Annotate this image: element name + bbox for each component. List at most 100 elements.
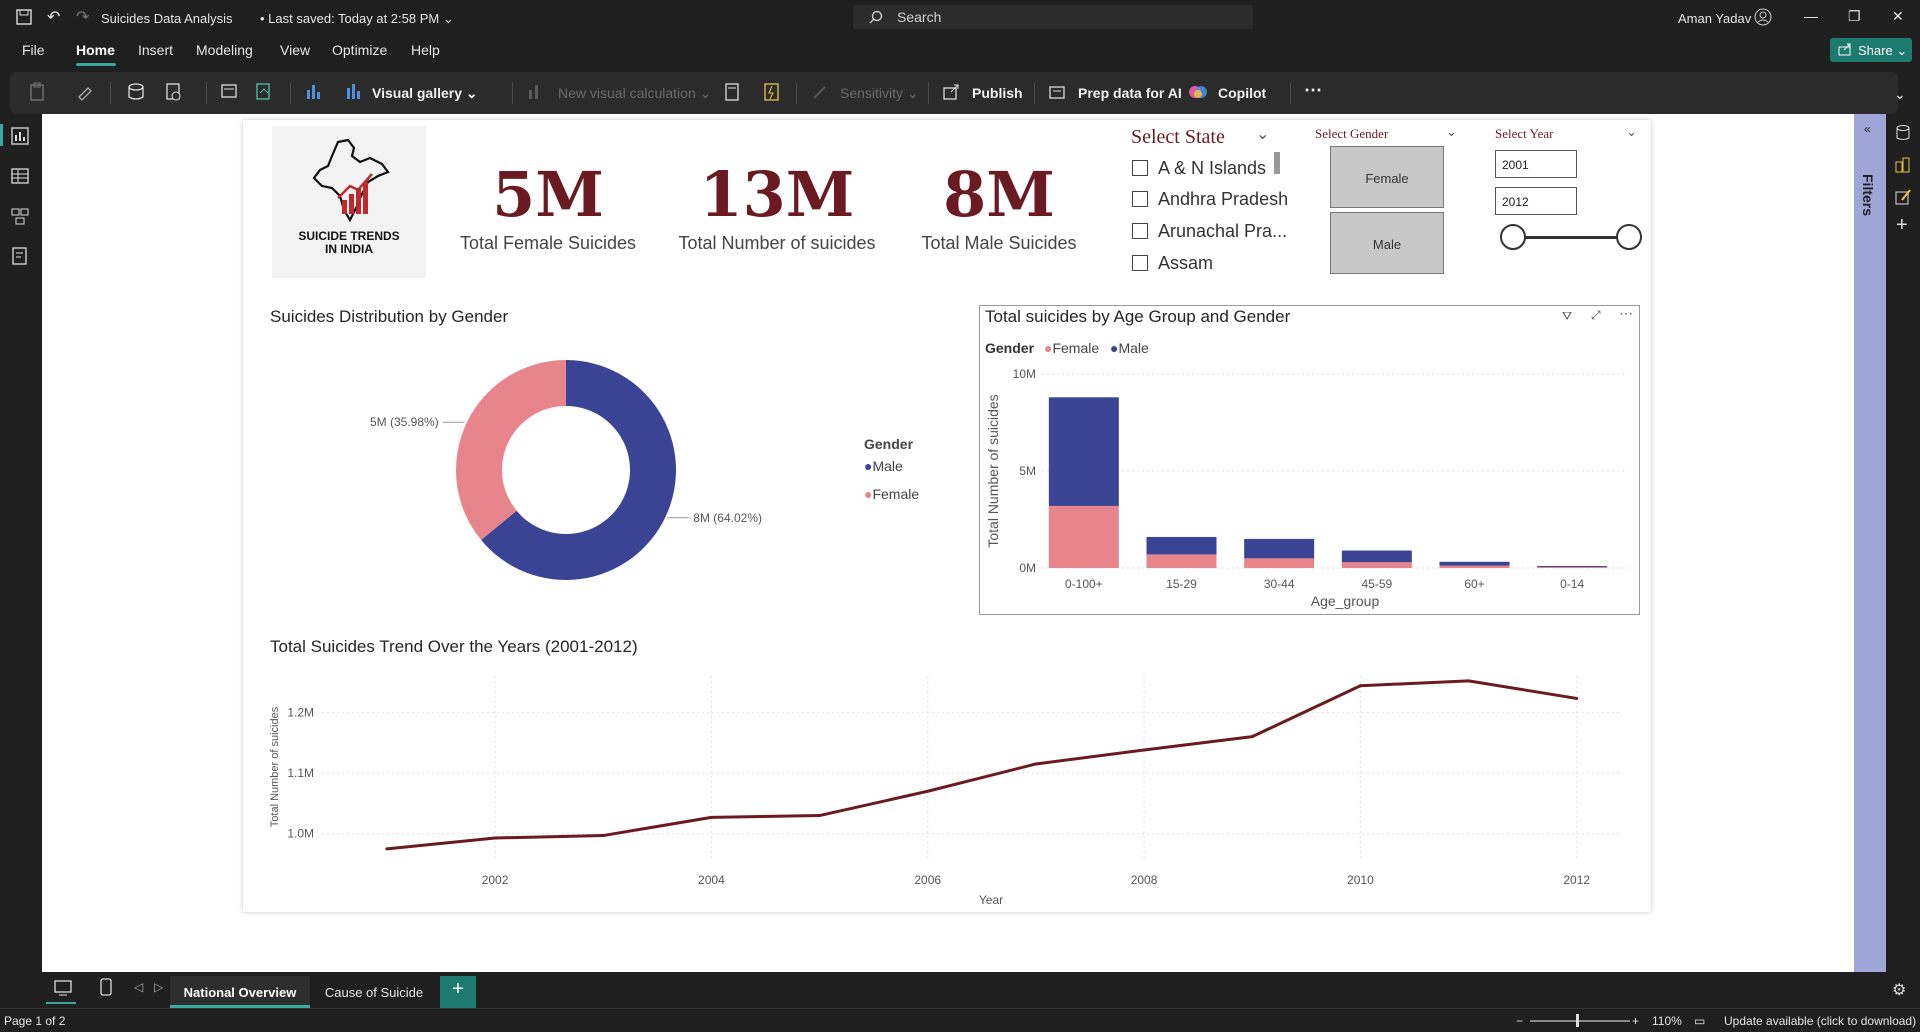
bar-legend-title: Gender bbox=[985, 340, 1035, 356]
paste-icon[interactable] bbox=[28, 82, 48, 102]
prep-data-icon[interactable] bbox=[1048, 82, 1068, 102]
visual-gallery-button[interactable]: Visual gallery ⌄ bbox=[372, 85, 478, 102]
format-painter-icon[interactable] bbox=[76, 82, 96, 102]
zoom-level[interactable]: 110% bbox=[1652, 1014, 1682, 1028]
mobile-layout-icon[interactable] bbox=[100, 978, 112, 996]
menu-modeling[interactable]: Modeling bbox=[196, 42, 253, 58]
gender-male-button[interactable]: Male bbox=[1330, 212, 1444, 274]
publish-icon[interactable] bbox=[942, 82, 962, 102]
document-title[interactable]: Suicides Data Analysis bbox=[101, 11, 233, 26]
gender-female-button[interactable]: Female bbox=[1330, 146, 1444, 208]
donut-legend-male[interactable]: ●Male bbox=[864, 458, 903, 474]
copilot-icon[interactable] bbox=[1188, 82, 1208, 102]
donut-legend-female-label: Female bbox=[872, 486, 920, 502]
visualizations-pane-icon[interactable] bbox=[1894, 156, 1912, 174]
state-slicer-chevron-icon[interactable]: ⌄ bbox=[1256, 124, 1269, 144]
zoom-in-icon[interactable]: + bbox=[1632, 1014, 1639, 1028]
bar-legend-female[interactable]: ●Female bbox=[1044, 340, 1099, 356]
zoom-out-icon[interactable]: − bbox=[1516, 1014, 1523, 1028]
menu-insert[interactable]: Insert bbox=[138, 42, 173, 58]
share-button[interactable]: Share ⌄ bbox=[1830, 38, 1912, 62]
calculator-icon[interactable] bbox=[722, 82, 742, 102]
visual-gallery-icon[interactable] bbox=[344, 82, 364, 102]
state-slicer-scrollbar[interactable] bbox=[1274, 152, 1280, 174]
year-to-input[interactable]: 2012 bbox=[1495, 187, 1577, 215]
bar-legend-male[interactable]: ●Male bbox=[1110, 340, 1149, 356]
x-tick-label: 2004 bbox=[698, 873, 725, 887]
state-checkbox[interactable] bbox=[1132, 191, 1148, 207]
settings-gear-icon[interactable]: ⚙ bbox=[1892, 980, 1906, 1000]
desktop-layout-icon[interactable] bbox=[54, 980, 72, 996]
donut-chart[interactable]: 5M (35.98%) 8M (64.02%) bbox=[350, 350, 790, 590]
state-checkbox[interactable] bbox=[1132, 223, 1148, 239]
quick-measure-icon[interactable] bbox=[762, 82, 782, 102]
search-box[interactable]: Search bbox=[853, 5, 1253, 29]
transform-data-icon[interactable] bbox=[164, 82, 184, 102]
trend-point-2005 bbox=[818, 814, 822, 818]
collapse-filters-icon[interactable]: « bbox=[1864, 122, 1871, 136]
undo-icon[interactable]: ↶ bbox=[47, 7, 60, 27]
get-data-icon[interactable] bbox=[126, 82, 146, 102]
year-range-start-handle[interactable] bbox=[1500, 224, 1526, 250]
gender-slicer-title: Select Gender bbox=[1315, 126, 1389, 141]
year-range-end-handle[interactable] bbox=[1616, 224, 1642, 250]
state-option[interactable]: Arunachal Pra... bbox=[1158, 221, 1287, 242]
tab-national-overview[interactable]: National Overview bbox=[170, 976, 310, 1008]
state-option[interactable]: Andhra Pradesh bbox=[1158, 189, 1288, 210]
year-from-input[interactable]: 2001 bbox=[1495, 150, 1577, 178]
export-icon[interactable] bbox=[254, 82, 274, 102]
new-visual-icon[interactable] bbox=[304, 82, 324, 102]
table-view-icon[interactable] bbox=[10, 166, 30, 186]
title-bar: ↶ ↷ Suicides Data Analysis • Last saved:… bbox=[0, 0, 1920, 36]
user-name[interactable]: Aman Yadav bbox=[1678, 11, 1751, 26]
minimize-icon[interactable]: — bbox=[1804, 8, 1818, 24]
focus-mode-icon[interactable]: ⤢ bbox=[1591, 308, 1601, 323]
next-page-icon[interactable]: ▷ bbox=[154, 980, 163, 994]
add-page-button[interactable]: + bbox=[440, 976, 476, 1008]
state-checkbox[interactable] bbox=[1132, 160, 1148, 176]
publish-button[interactable]: Publish bbox=[972, 85, 1023, 101]
more-options-icon[interactable]: ⋯ bbox=[1304, 80, 1322, 101]
menu-help[interactable]: Help bbox=[411, 42, 440, 58]
restore-icon[interactable]: ❐ bbox=[1848, 8, 1861, 25]
state-option[interactable]: A & N Islands bbox=[1158, 158, 1266, 179]
menu-file[interactable]: File bbox=[22, 42, 45, 58]
donut-legend-female[interactable]: ●Female bbox=[864, 486, 919, 502]
refresh-data-icon[interactable] bbox=[220, 82, 240, 102]
stacked-bar-chart[interactable]: 10M 5M 0M Total Number of suicides 0-100+ 15-… bbox=[980, 360, 1638, 614]
user-avatar-icon[interactable] bbox=[1754, 8, 1772, 26]
report-view-icon[interactable] bbox=[10, 126, 30, 146]
filter-icon[interactable]: ⛛ bbox=[1562, 309, 1572, 324]
previous-page-icon[interactable]: ◁ bbox=[134, 980, 143, 994]
redo-icon[interactable]: ↷ bbox=[76, 7, 89, 27]
year-range-track[interactable] bbox=[1514, 236, 1630, 239]
line-chart[interactable]: 1.2M 1.1M 1.0M 2002 2004 2006 2008 2010 2012 Tota… bbox=[260, 664, 1640, 910]
state-checkbox[interactable] bbox=[1132, 255, 1148, 271]
copilot-button[interactable]: Copilot bbox=[1218, 85, 1266, 101]
fit-to-page-icon[interactable]: ▭ bbox=[1694, 1014, 1705, 1028]
gender-slicer-chevron-icon[interactable]: ⌄ bbox=[1446, 124, 1457, 140]
bar-female-60+ bbox=[1439, 565, 1510, 568]
close-icon[interactable]: ✕ bbox=[1892, 8, 1904, 25]
model-view-icon[interactable] bbox=[10, 206, 30, 226]
format-pane-icon[interactable] bbox=[1894, 188, 1912, 206]
data-pane-icon[interactable] bbox=[1894, 124, 1912, 142]
menu-optimize[interactable]: Optimize bbox=[332, 42, 387, 58]
dax-query-view-icon[interactable] bbox=[10, 246, 30, 266]
prep-data-for-ai-button[interactable]: Prep data for AI bbox=[1078, 85, 1182, 101]
trend-point-2009 bbox=[1250, 735, 1254, 739]
tab-cause-of-suicide[interactable]: Cause of Suicide bbox=[312, 976, 436, 1008]
y-tick-label: 1.0M bbox=[287, 827, 314, 841]
year-slicer-chevron-icon[interactable]: ⌄ bbox=[1626, 124, 1637, 140]
menu-home[interactable]: Home bbox=[76, 42, 115, 58]
zoom-slider[interactable] bbox=[1530, 1020, 1630, 1022]
more-options-icon[interactable]: ⋯ bbox=[1619, 305, 1633, 322]
menu-view[interactable]: View bbox=[280, 42, 310, 58]
state-option[interactable]: Assam bbox=[1158, 253, 1213, 274]
update-notice[interactable]: Update available (click to download) bbox=[1724, 1014, 1916, 1028]
collapse-ribbon-icon[interactable]: ⌄ bbox=[1894, 86, 1906, 103]
filters-pane[interactable]: « Filters bbox=[1854, 114, 1886, 972]
add-pane-icon[interactable]: + bbox=[1896, 214, 1908, 237]
save-icon[interactable] bbox=[16, 9, 32, 25]
zoom-slider-thumb[interactable] bbox=[1576, 1014, 1579, 1027]
